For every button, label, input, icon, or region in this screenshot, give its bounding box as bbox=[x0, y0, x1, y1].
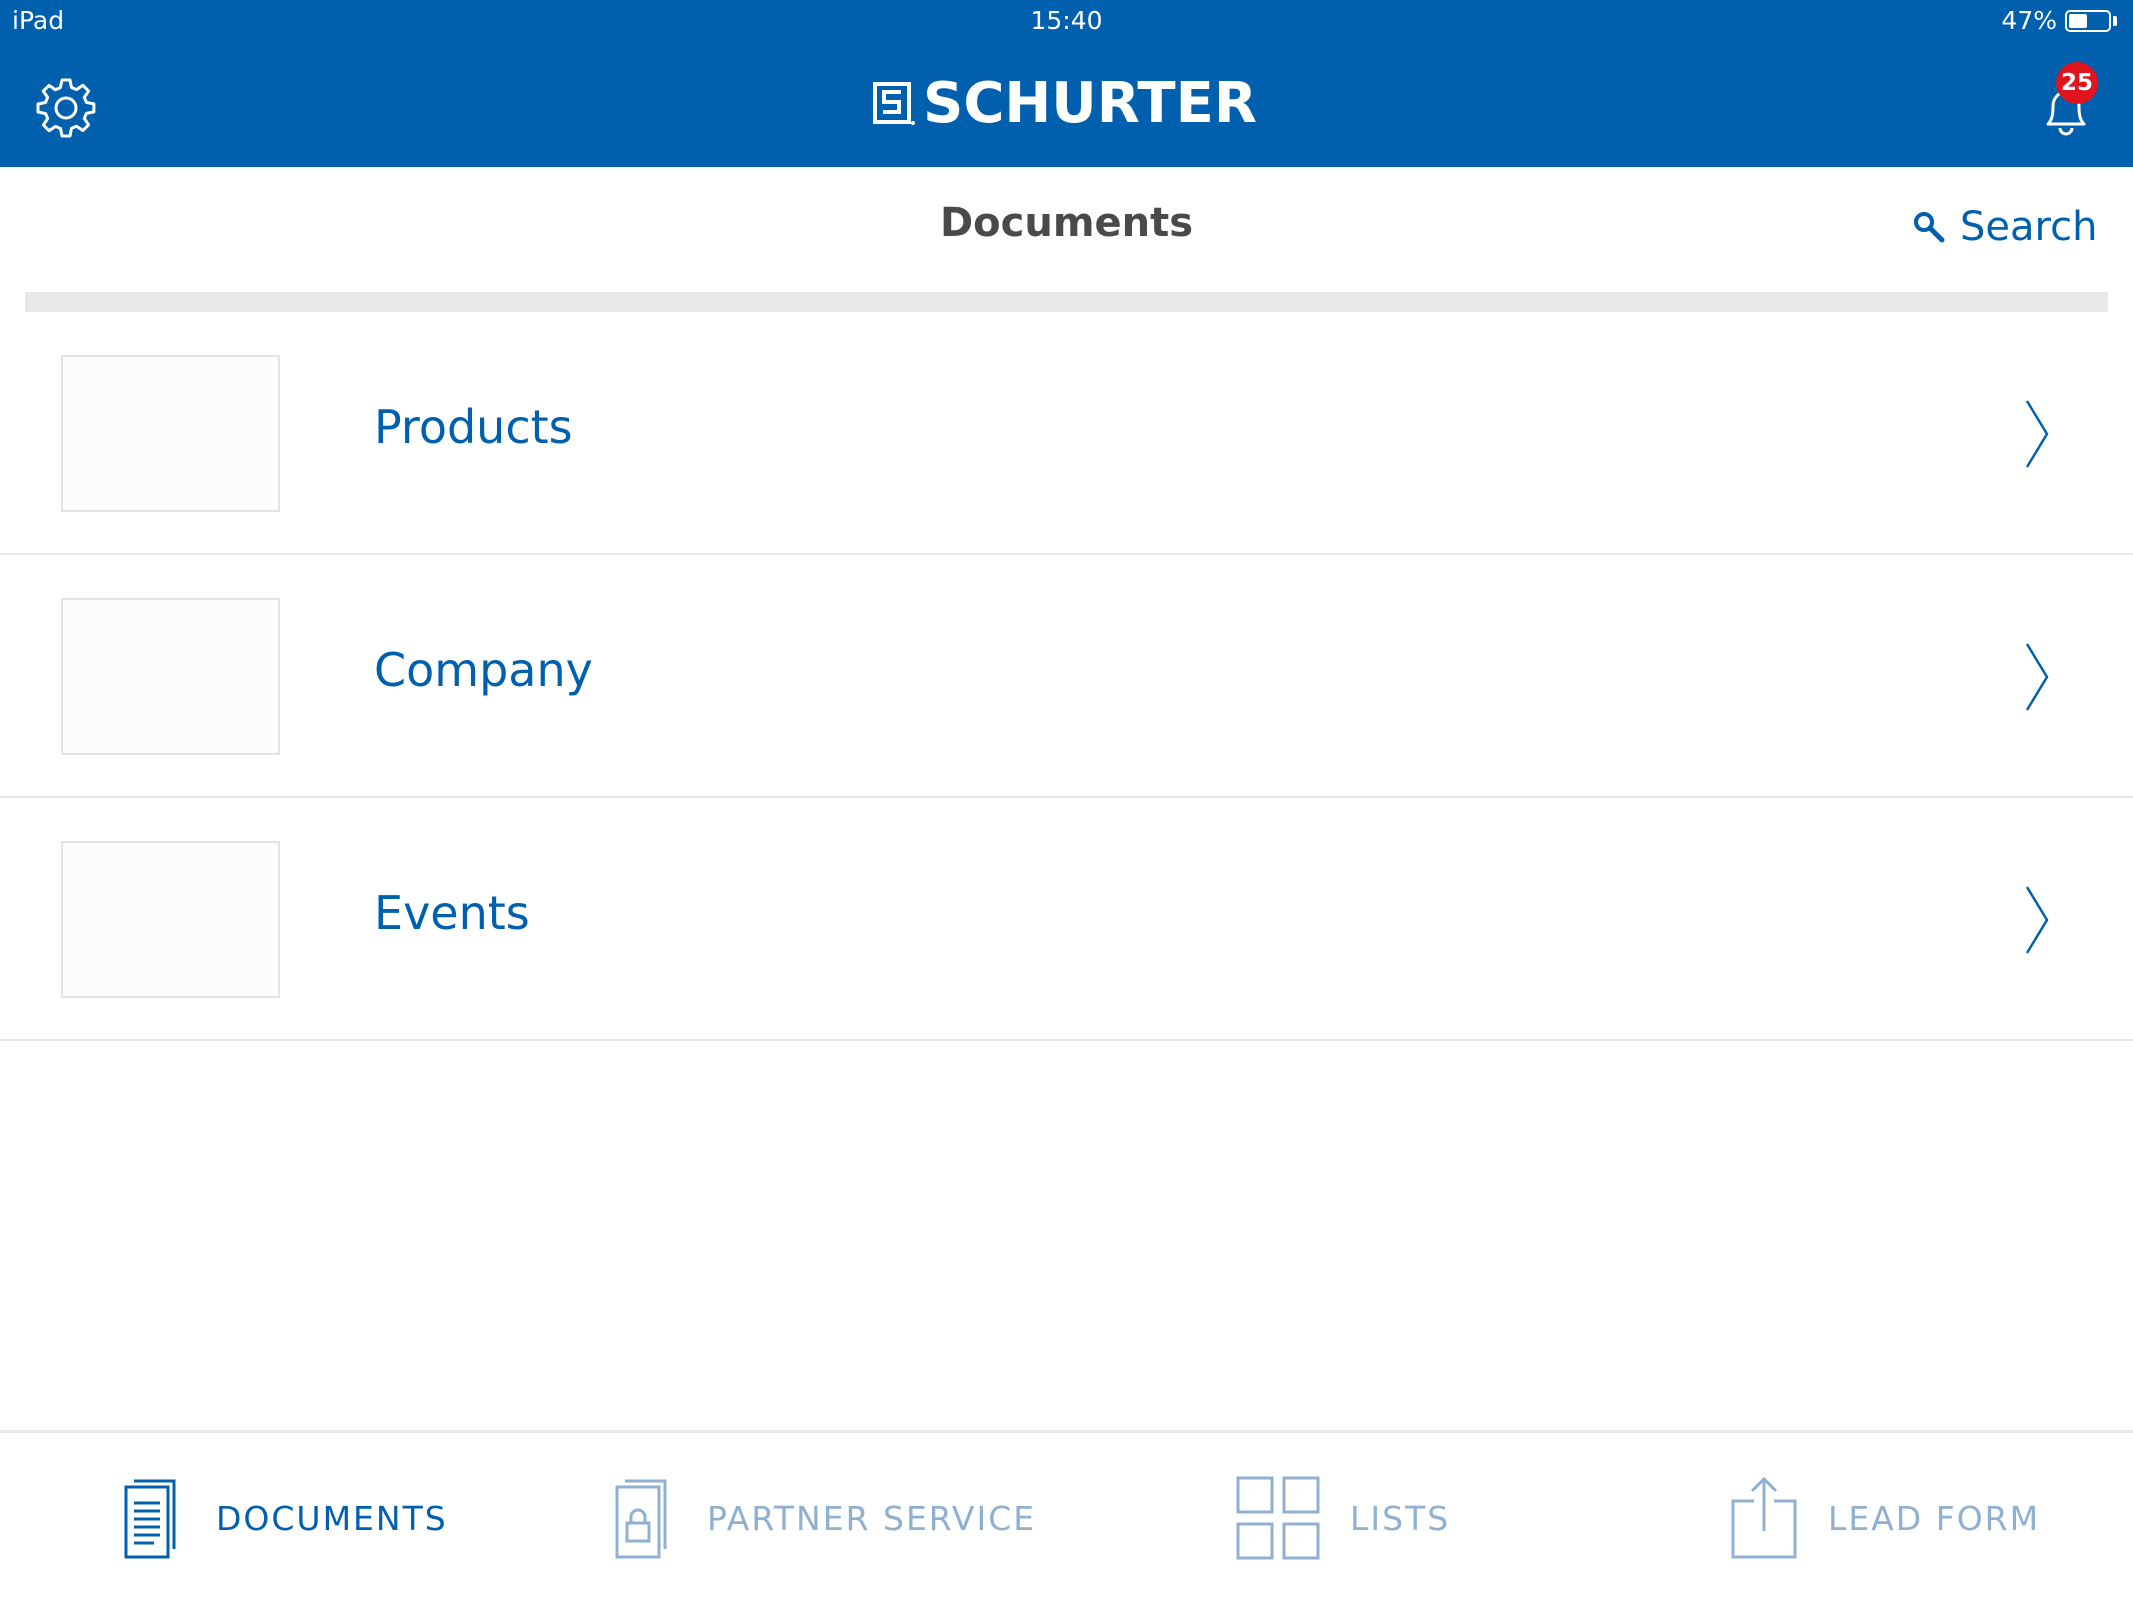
item-thumbnail bbox=[61, 841, 280, 998]
brand-name: SCHURTER bbox=[923, 71, 1257, 136]
schurter-mark-icon bbox=[873, 82, 915, 125]
brand-logo: SCHURTER bbox=[873, 76, 1257, 132]
chevron-right-icon bbox=[2025, 400, 2049, 468]
notification-badge: 25 bbox=[2056, 62, 2098, 104]
list-item-events[interactable]: Events bbox=[0, 798, 2133, 1041]
app-header: iPad 15:40 47% SCHURTER 25 bbox=[0, 0, 2133, 167]
documents-icon bbox=[124, 1479, 176, 1559]
list-item-products[interactable]: Products bbox=[0, 312, 2133, 555]
tab-documents[interactable]: DOCUMENTS bbox=[122, 1433, 448, 1600]
tab-lead-form[interactable]: LEAD FORM bbox=[1730, 1433, 2040, 1600]
tab-label: LEAD FORM bbox=[1828, 1498, 2041, 1538]
settings-gear-icon[interactable] bbox=[34, 76, 98, 140]
list-item-company[interactable]: Company bbox=[0, 555, 2133, 798]
chevron-right-icon bbox=[2025, 643, 2049, 711]
status-battery: 47% bbox=[2001, 6, 2117, 35]
tab-label: PARTNER SERVICE bbox=[707, 1498, 1037, 1538]
page-title: Documents bbox=[939, 200, 1194, 246]
share-icon bbox=[1731, 1476, 1797, 1559]
tab-lists[interactable]: LISTS bbox=[1236, 1433, 1450, 1600]
list-item-label: Company bbox=[374, 643, 593, 697]
search-icon bbox=[1914, 212, 1945, 243]
status-time: 15:40 bbox=[1030, 6, 1103, 35]
chevron-right-icon bbox=[2025, 886, 2049, 954]
battery-icon bbox=[2065, 9, 2111, 32]
search-label: Search bbox=[1960, 204, 2098, 250]
search-button[interactable]: Search bbox=[1912, 204, 2097, 250]
tab-label: DOCUMENTS bbox=[216, 1498, 448, 1538]
tab-label: LISTS bbox=[1350, 1498, 1451, 1538]
list-item-label: Events bbox=[374, 886, 530, 940]
battery-percent: 47% bbox=[2001, 6, 2057, 35]
tab-partner-service[interactable]: PARTNER SERVICE bbox=[613, 1433, 1036, 1600]
header-divider bbox=[25, 292, 2108, 312]
grid-icon bbox=[1236, 1476, 1320, 1560]
bottom-tab-bar: DOCUMENTS PARTNER SERVICE LISTS LEAD FOR… bbox=[0, 1430, 2133, 1600]
list-item-label: Products bbox=[374, 400, 573, 454]
item-thumbnail bbox=[61, 598, 280, 755]
locked-document-icon bbox=[615, 1479, 667, 1559]
item-thumbnail bbox=[61, 355, 280, 512]
